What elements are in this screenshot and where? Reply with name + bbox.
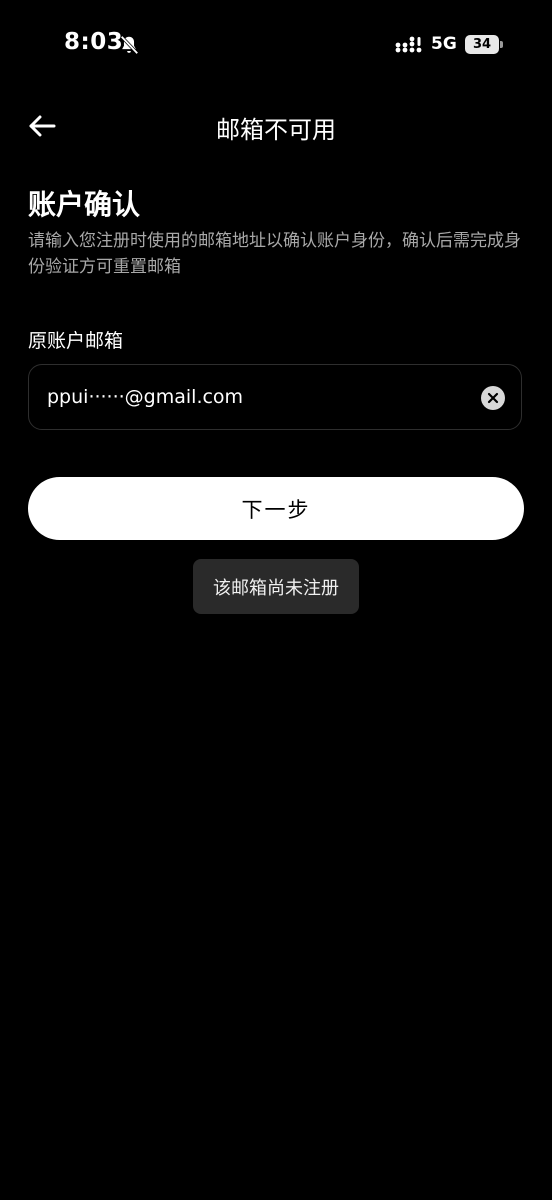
next-button[interactable]: 下一步	[28, 477, 524, 540]
battery-level: 34	[465, 35, 499, 54]
status-time: 8:03	[64, 29, 124, 55]
section-description: 请输入您注册时使用的邮箱地址以确认账户身份，确认后需完成身份验证方可重置邮箱	[28, 231, 521, 277]
battery-icon: 34	[465, 35, 503, 54]
signal-icon	[395, 36, 422, 53]
email-field-container	[28, 364, 522, 430]
bell-muted-icon	[120, 35, 139, 55]
close-icon	[487, 392, 499, 404]
clear-button[interactable]	[481, 386, 505, 410]
status-bar: 8:03 5G 34	[0, 0, 552, 90]
email-input[interactable]	[47, 365, 467, 429]
page-title: 邮箱不可用	[216, 116, 336, 144]
toast-message: 该邮箱尚未注册	[193, 559, 359, 614]
section-title: 账户确认	[28, 188, 141, 221]
network-label: 5G	[431, 34, 457, 54]
email-field-label: 原账户邮箱	[28, 330, 124, 352]
battery-tip	[500, 41, 503, 48]
